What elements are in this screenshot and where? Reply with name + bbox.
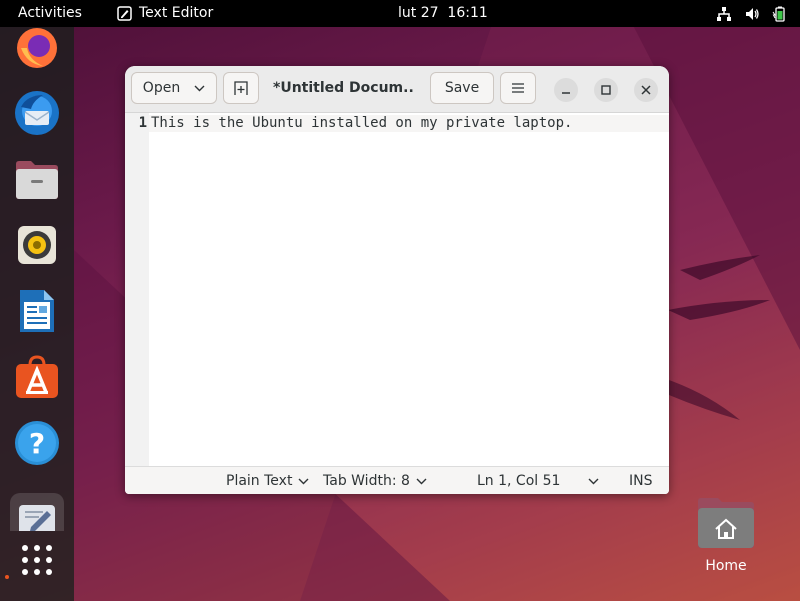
cursor-position-label[interactable]: Ln 1, Col 51 xyxy=(477,467,560,494)
libreoffice-writer-icon xyxy=(20,290,54,332)
network-icon xyxy=(717,6,731,21)
dock-libreoffice-writer[interactable] xyxy=(10,284,64,338)
open-button-label: Open xyxy=(142,80,181,96)
volume-icon xyxy=(746,7,759,20)
insert-mode-indicator: INS xyxy=(629,473,653,489)
system-tray[interactable] xyxy=(716,0,788,27)
help-icon: ? xyxy=(15,421,59,465)
text-editor-window: Open *Untitled Docum... Save 1 This is t… xyxy=(125,66,669,494)
line-number: 1 xyxy=(138,115,147,131)
close-button[interactable] xyxy=(634,78,658,102)
chevron-down-icon xyxy=(298,478,309,484)
new-tab-icon xyxy=(234,81,248,95)
dock-text-editor[interactable] xyxy=(10,493,64,531)
save-button[interactable]: Save xyxy=(430,72,494,104)
dock-firefox[interactable] xyxy=(10,21,64,75)
svg-text:?: ? xyxy=(29,427,45,460)
dock-thunderbird[interactable] xyxy=(10,86,64,140)
show-apps-grid-icon xyxy=(22,545,52,575)
show-apps-button[interactable] xyxy=(10,533,64,587)
desktop-home-folder[interactable]: Home xyxy=(694,495,758,585)
chevron-down-icon xyxy=(194,85,205,91)
dock-help[interactable]: ? xyxy=(10,416,64,470)
document-title: *Untitled Docum... xyxy=(273,80,415,96)
close-icon xyxy=(641,85,651,95)
home-folder-icon xyxy=(698,498,754,548)
main-menu-button[interactable] xyxy=(500,72,536,104)
dock-app-center[interactable] xyxy=(10,350,64,404)
header-bar: Open *Untitled Docum... Save xyxy=(125,66,669,113)
maximize-icon xyxy=(601,85,611,95)
home-label: Home xyxy=(705,558,747,574)
minimize-button[interactable] xyxy=(554,78,578,102)
language-selector[interactable]: Plain Text xyxy=(226,467,309,494)
cursor-position-menu[interactable] xyxy=(588,467,599,494)
text-view[interactable]: 1 This is the Ubuntu installed on my pri… xyxy=(125,113,669,466)
app-menu[interactable]: Text Editor xyxy=(117,0,213,27)
line-number-gutter: 1 xyxy=(125,113,149,466)
rhythmbox-speaker-icon xyxy=(18,226,56,264)
clock[interactable]: lut 27 16:11 xyxy=(398,0,488,27)
firefox-icon xyxy=(17,28,57,68)
text-editor-icon xyxy=(19,505,55,531)
tab-width-selector[interactable]: Tab Width: 8 xyxy=(323,467,427,494)
minimize-icon xyxy=(562,92,570,94)
app-center-bag-icon xyxy=(16,355,58,398)
files-folder-icon xyxy=(16,161,58,199)
hamburger-menu-icon xyxy=(512,83,524,93)
dock-files[interactable] xyxy=(10,152,64,206)
text-line[interactable]: This is the Ubuntu installed on my priva… xyxy=(151,115,572,131)
running-indicator xyxy=(5,575,9,579)
app-menu-label: Text Editor xyxy=(139,5,214,21)
chevron-down-icon xyxy=(416,478,427,484)
battery-icon xyxy=(772,6,785,22)
open-button[interactable]: Open xyxy=(131,72,217,104)
dock: ? xyxy=(0,27,74,601)
tab-width-label: Tab Width: 8 xyxy=(323,473,410,489)
top-bar: Activities Text Editor lut 27 16:11 xyxy=(0,0,800,27)
chevron-down-icon xyxy=(588,478,599,484)
dock-rhythmbox[interactable] xyxy=(10,218,64,272)
language-label: Plain Text xyxy=(226,473,293,489)
text-editor-icon xyxy=(117,6,132,21)
maximize-button[interactable] xyxy=(594,78,618,102)
thunderbird-icon xyxy=(15,91,59,135)
status-bar: Plain Text Tab Width: 8 Ln 1, Col 51 INS xyxy=(125,466,669,494)
new-tab-button[interactable] xyxy=(223,72,259,104)
